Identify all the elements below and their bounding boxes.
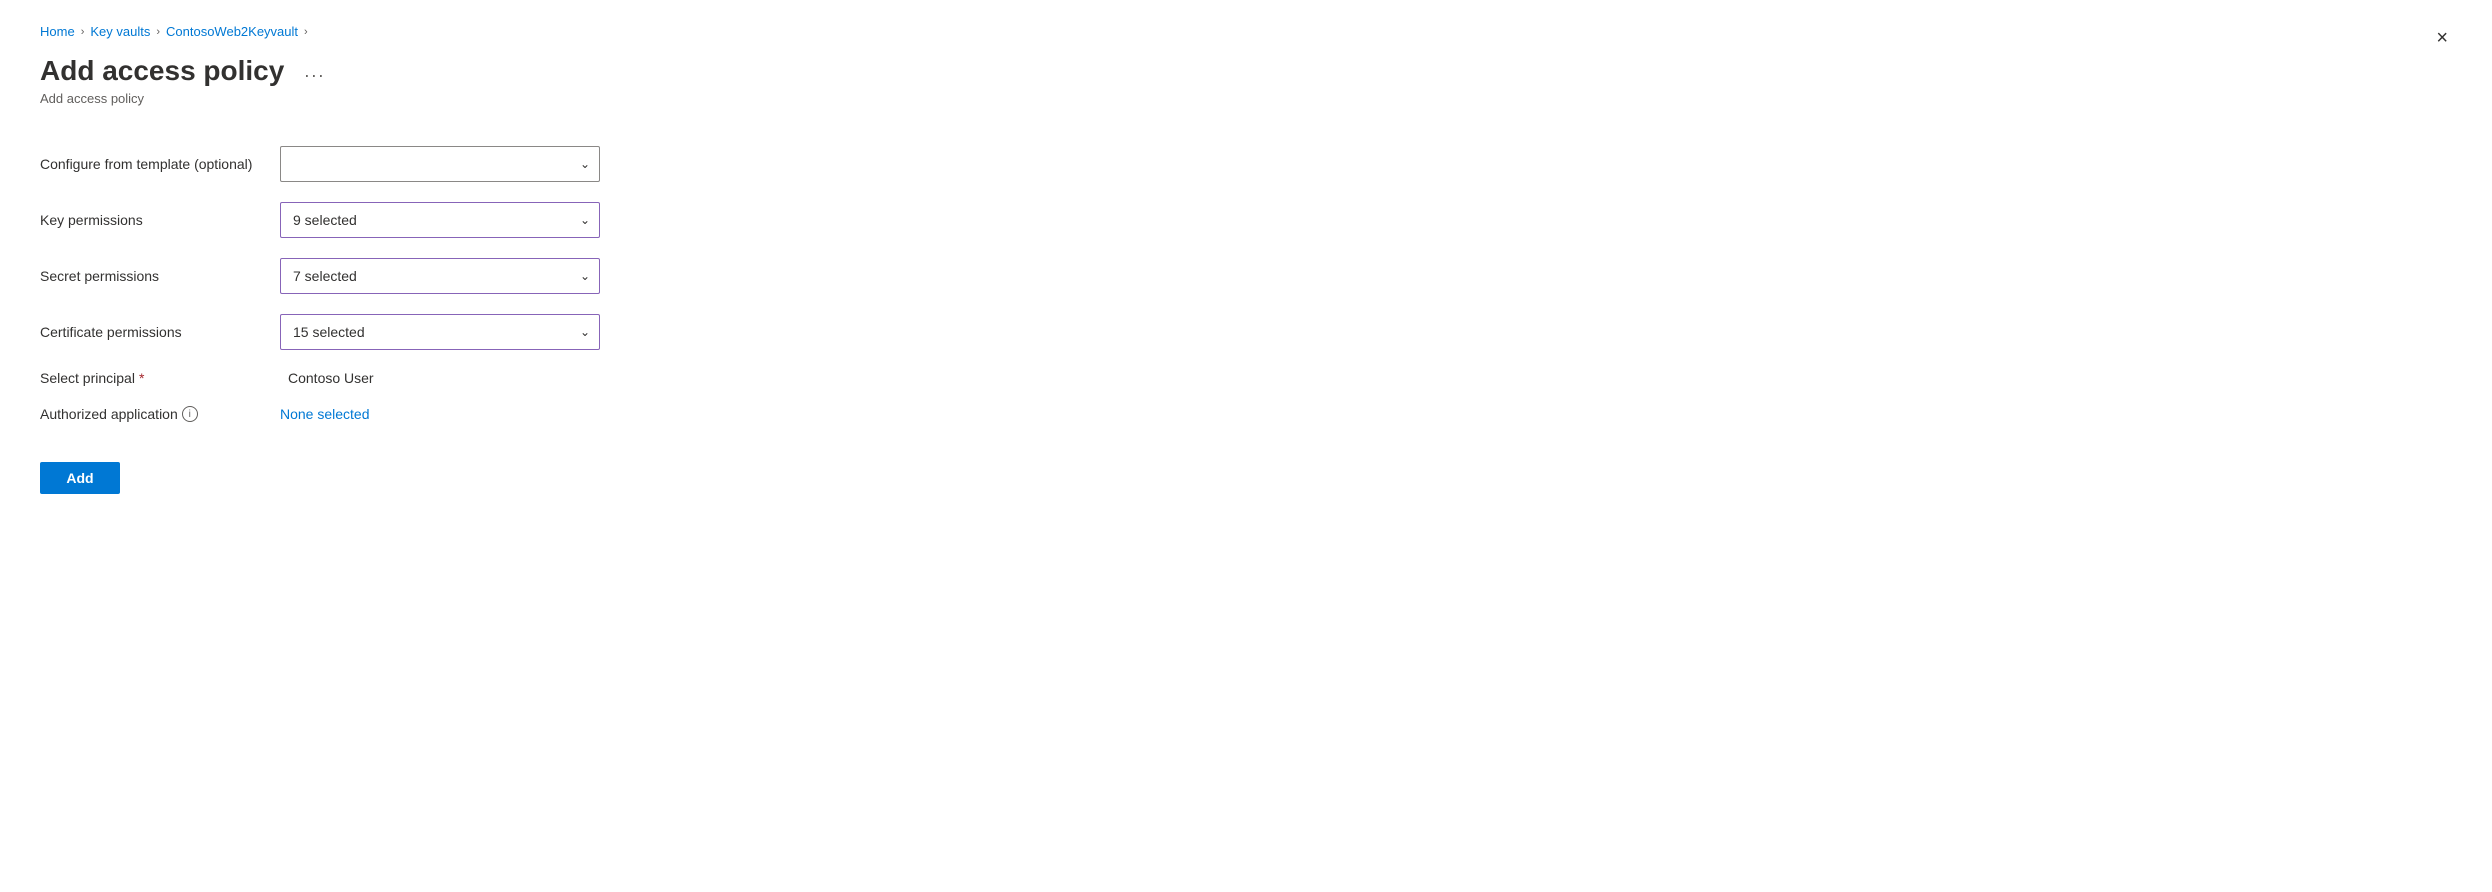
- authorized-application-label-container: Authorized application i: [40, 406, 260, 422]
- configure-template-row: Configure from template (optional) ⌄: [40, 146, 720, 182]
- breadcrumb-vault[interactable]: ContosoWeb2Keyvault: [166, 24, 298, 39]
- none-selected-link[interactable]: None selected: [280, 406, 370, 422]
- secret-permissions-row: Secret permissions 7 selected ⌄: [40, 258, 720, 294]
- authorized-application-row: Authorized application i None selected: [40, 406, 720, 422]
- certificate-permissions-control: 15 selected ⌄: [280, 314, 600, 350]
- authorized-application-label: Authorized application: [40, 406, 178, 422]
- select-principal-row: Select principal * Contoso User: [40, 370, 720, 386]
- key-permissions-select[interactable]: 9 selected: [280, 202, 600, 238]
- certificate-permissions-label: Certificate permissions: [40, 324, 260, 340]
- secret-permissions-select[interactable]: 7 selected: [280, 258, 600, 294]
- key-permissions-label: Key permissions: [40, 212, 260, 228]
- certificate-permissions-select[interactable]: 15 selected: [280, 314, 600, 350]
- page-title: Add access policy: [40, 55, 284, 87]
- close-button[interactable]: ×: [2432, 24, 2452, 52]
- certificate-permissions-row: Certificate permissions 15 selected ⌄: [40, 314, 720, 350]
- page-container: Home › Key vaults › ContosoWeb2Keyvault …: [0, 0, 2492, 892]
- select-principal-label-container: Select principal *: [40, 370, 260, 386]
- add-button[interactable]: Add: [40, 462, 120, 494]
- principal-value: Contoso User: [280, 370, 374, 386]
- breadcrumb-keyvaults[interactable]: Key vaults: [90, 24, 150, 39]
- secret-permissions-label: Secret permissions: [40, 268, 260, 284]
- secret-permissions-control: 7 selected ⌄: [280, 258, 600, 294]
- page-subtitle: Add access policy: [40, 91, 2452, 106]
- select-principal-label: Select principal: [40, 370, 135, 386]
- page-header: Add access policy ...: [40, 55, 2452, 87]
- key-permissions-row: Key permissions 9 selected ⌄: [40, 202, 720, 238]
- breadcrumb-sep-2: ›: [156, 26, 160, 38]
- breadcrumb: Home › Key vaults › ContosoWeb2Keyvault …: [40, 24, 2452, 39]
- configure-template-control: ⌄: [280, 146, 600, 182]
- more-options-button[interactable]: ...: [296, 57, 333, 86]
- key-permissions-control: 9 selected ⌄: [280, 202, 600, 238]
- breadcrumb-sep-3: ›: [304, 26, 308, 38]
- breadcrumb-home[interactable]: Home: [40, 24, 75, 39]
- breadcrumb-sep-1: ›: [81, 26, 85, 38]
- configure-template-select[interactable]: [280, 146, 600, 182]
- required-indicator: *: [139, 370, 144, 386]
- configure-template-label: Configure from template (optional): [40, 156, 260, 172]
- form-container: Configure from template (optional) ⌄ Key…: [40, 146, 720, 494]
- info-icon[interactable]: i: [182, 406, 198, 422]
